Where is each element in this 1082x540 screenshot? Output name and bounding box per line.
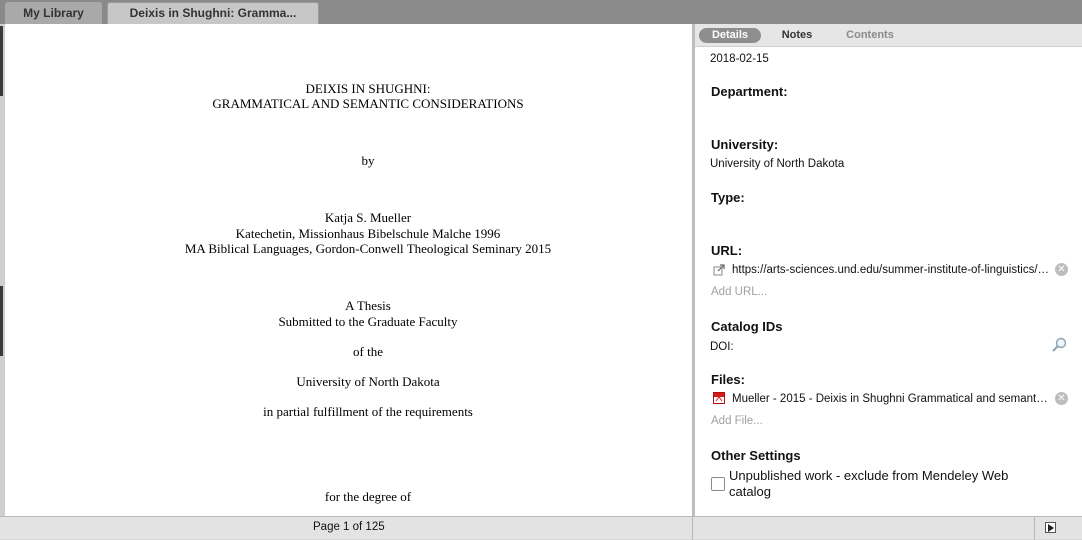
pdf-file-icon[interactable] xyxy=(713,392,725,404)
tab-details[interactable]: Details xyxy=(699,28,761,43)
doc-by: by xyxy=(361,153,375,168)
status-divider xyxy=(692,517,693,540)
unpublished-label[interactable]: Unpublished work - exclude from Mendeley… xyxy=(729,468,1049,500)
doc-submitted: Submitted to the Graduate Faculty xyxy=(278,314,458,329)
tab-document[interactable]: Deixis in Shughni: Gramma... xyxy=(107,2,319,24)
details-panel: Details Notes Contents 2018-02-15 Depart… xyxy=(695,24,1082,516)
external-link-icon[interactable] xyxy=(713,264,725,276)
department-label: Department: xyxy=(711,84,788,99)
add-file-link[interactable]: Add File... xyxy=(711,415,763,427)
doc-author: Katja S. Mueller xyxy=(324,210,412,225)
pdf-viewer[interactable]: DEIXIS IN SHUGHNI: GRAMMATICAL AND SEMAN… xyxy=(5,24,692,516)
url-label: URL: xyxy=(711,243,743,258)
other-settings-label: Other Settings xyxy=(711,448,801,463)
edge-segment xyxy=(0,26,3,96)
doc-thesis: A Thesis xyxy=(345,298,391,313)
type-label: Type: xyxy=(711,190,745,205)
magnifier-icon[interactable] xyxy=(1051,337,1069,353)
tab-contents[interactable]: Contents xyxy=(835,28,905,43)
status-bar: Page 1 of 125 xyxy=(0,516,1082,540)
status-divider xyxy=(1034,517,1035,540)
url-value[interactable]: https://arts-sciences.und.edu/summer-ins… xyxy=(732,264,1050,276)
university-label: University: xyxy=(711,137,779,152)
catalog-ids-label: Catalog IDs xyxy=(711,319,783,334)
doc-credential: MA Biblical Languages, Gordon-Conwell Th… xyxy=(184,241,552,256)
doi-label: DOI: xyxy=(710,341,734,353)
files-label: Files: xyxy=(711,372,745,387)
tab-my-library[interactable]: My Library xyxy=(5,2,102,24)
doc-title-line1: DEIXIS IN SHUGHNI: xyxy=(305,81,431,96)
doc-credential: Katechetin, Missionhaus Bibelschule Malc… xyxy=(235,226,501,241)
tab-bar: My Library Deixis in Shughni: Gramma... xyxy=(0,0,1082,24)
doc-university: University of North Dakota xyxy=(296,374,440,389)
edge-segment xyxy=(0,286,3,356)
doc-title-line2: GRAMMATICAL AND SEMANTIC CONSIDERATIONS xyxy=(212,96,524,111)
file-value[interactable]: Mueller - 2015 - Deixis in Shughni Gramm… xyxy=(732,393,1050,405)
page-indicator: Page 1 of 125 xyxy=(313,521,385,533)
unpublished-checkbox[interactable] xyxy=(711,477,725,491)
remove-icon[interactable]: ✕ xyxy=(1055,263,1068,276)
remove-icon[interactable]: ✕ xyxy=(1055,392,1068,405)
date-value[interactable]: 2018-02-15 xyxy=(710,53,769,65)
play-icon[interactable] xyxy=(1045,522,1056,533)
tab-notes[interactable]: Notes xyxy=(771,28,823,43)
add-url-link[interactable]: Add URL... xyxy=(711,286,767,298)
doc-of-the: of the xyxy=(353,344,383,359)
panel-tabs: Details Notes Contents xyxy=(695,24,1082,47)
doc-degree: for the degree of xyxy=(324,489,412,504)
doc-fulfillment: in partial fulfillment of the requiremen… xyxy=(263,404,473,419)
university-value[interactable]: University of North Dakota xyxy=(710,158,844,170)
